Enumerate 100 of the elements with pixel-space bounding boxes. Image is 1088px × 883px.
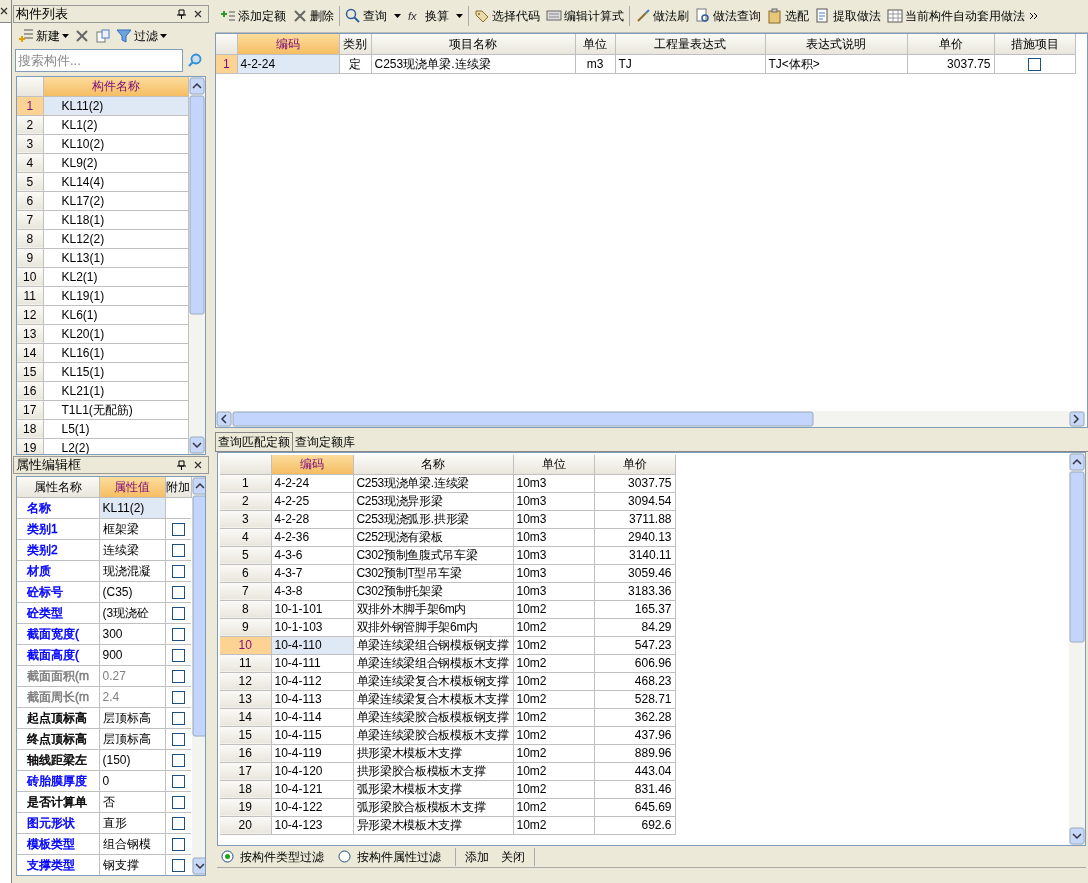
checkbox[interactable]	[171, 606, 185, 620]
checkbox[interactable]	[171, 774, 185, 788]
checkbox[interactable]	[171, 795, 185, 809]
result-row[interactable]: 16 10-4-119 拱形梁木模板木支撑 10m2 889.96	[220, 744, 675, 762]
list-row[interactable]: 3 KL10(2)	[17, 134, 189, 153]
column-header[interactable]: 单位	[513, 455, 594, 474]
list-row[interactable]: 4 KL9(2)	[17, 153, 189, 172]
toolbar-button[interactable]: 删除	[290, 4, 336, 28]
property-value[interactable]: 直形	[99, 812, 165, 833]
column-header[interactable]: 单价	[594, 455, 675, 474]
result-row[interactable]: 10 10-4-110 单梁连续梁组合钢模板钢支撑 10m2 547.23	[220, 636, 675, 654]
column-header[interactable]: 类别	[339, 34, 371, 54]
toolbar-button[interactable]: 编辑计算式	[544, 4, 626, 28]
property-value[interactable]: (150)	[99, 749, 165, 770]
toolbar-button[interactable]: 提取做法	[813, 4, 883, 28]
list-row[interactable]: 16 KL21(1)	[17, 381, 189, 400]
property-value[interactable]: 层顶标高	[99, 707, 165, 728]
chevron-right-icon[interactable]	[1029, 12, 1038, 20]
property-value[interactable]: 钢支撑	[99, 854, 165, 875]
checkbox[interactable]	[171, 669, 185, 683]
list-row[interactable]: 8 KL12(2)	[17, 229, 189, 248]
column-header[interactable]: 工程量表达式	[615, 34, 765, 54]
column-header[interactable]: 编码	[271, 455, 353, 474]
result-row[interactable]: 14 10-4-114 单梁连续梁胶合板模板钢支撑 10m2 362.28	[220, 708, 675, 726]
list-row[interactable]: 17 T1L1(无配筋)	[17, 400, 189, 419]
result-row[interactable]: 15 10-4-115 单梁连续梁胶合板模板木支撑 10m2 437.96	[220, 726, 675, 744]
pin-icon[interactable]	[177, 9, 186, 19]
toolbar-button[interactable]: 查询	[343, 4, 403, 28]
result-row[interactable]: 4 4-2-36 C252现浇有梁板 10m3 2940.13	[220, 528, 675, 546]
toolbar-button[interactable]: 选择代码	[472, 4, 542, 28]
result-row[interactable]: 18 10-4-121 弧形梁木模板木支撑 10m2 831.46	[220, 780, 675, 798]
toolbar-button[interactable]: 当前构件自动套用做法	[885, 4, 1027, 28]
result-row[interactable]: 20 10-4-123 异形梁木模板木支撑 10m2 692.6	[220, 816, 675, 834]
radio-option[interactable]: 按构件类型过滤	[221, 847, 324, 866]
checkbox[interactable]	[171, 753, 185, 767]
result-row[interactable]: 9 10-1-103 双排外钢管脚手架6m内 10m2 84.29	[220, 618, 675, 636]
toolbar-button[interactable]: fx 换算	[405, 4, 465, 28]
result-row[interactable]: 1 4-2-24 C253现浇单梁.连续梁 10m3 3037.75	[220, 474, 675, 492]
result-row[interactable]: 6 4-3-7 C302预制T型吊车梁 10m3 3059.46	[220, 564, 675, 582]
column-header[interactable]: 构件名称	[43, 77, 189, 96]
result-row[interactable]: 3 4-2-28 C253现浇弧形.拱形梁 10m3 3711.88	[220, 510, 675, 528]
list-row[interactable]: 14 KL16(1)	[17, 343, 189, 362]
close-icon[interactable]	[194, 461, 202, 469]
checkbox[interactable]	[171, 711, 185, 725]
list-row[interactable]: 9 KL13(1)	[17, 248, 189, 267]
vertical-scrollbar[interactable]	[189, 77, 205, 454]
close-icon[interactable]	[0, 7, 8, 15]
checkbox[interactable]	[171, 543, 185, 557]
checkbox[interactable]	[1028, 57, 1041, 71]
list-row[interactable]: 18 L5(1)	[17, 419, 189, 438]
property-value[interactable]: 2.4	[99, 686, 165, 707]
result-row[interactable]: 13 10-4-113 单梁连续梁复合木模板木支撑 10m2 528.71	[220, 690, 675, 708]
result-row[interactable]: 17 10-4-120 拱形梁胶合板模板木支撑 10m2 443.04	[220, 762, 675, 780]
search-field[interactable]: 搜索构件...	[15, 49, 183, 72]
vertical-scrollbar[interactable]	[1069, 453, 1085, 845]
list-row[interactable]: 7 KL18(1)	[17, 210, 189, 229]
vertical-scrollbar[interactable]	[191, 477, 205, 875]
result-row[interactable]: 19 10-4-122 弧形梁胶合板模板木支撑 10m2 645.69	[220, 798, 675, 816]
toolbar-button[interactable]: 添加定额	[218, 4, 288, 28]
toolbar-button[interactable]: 做法刷	[633, 4, 691, 28]
result-row[interactable]: 12 10-4-112 单梁连续梁复合木模板钢支撑 10m2 468.23	[220, 672, 675, 690]
property-value[interactable]: 0.27	[99, 665, 165, 686]
checkbox[interactable]	[171, 522, 185, 536]
property-value[interactable]: 框架梁	[99, 518, 165, 539]
radio-option[interactable]: 按构件属性过滤	[338, 847, 441, 866]
toolbar-button[interactable]: 选配	[765, 4, 811, 28]
checkbox[interactable]	[171, 837, 185, 851]
property-value[interactable]: (3现浇砼	[99, 602, 165, 623]
list-row[interactable]: 11 KL19(1)	[17, 286, 189, 305]
checkbox[interactable]	[171, 816, 185, 830]
list-row[interactable]: 10 KL2(1)	[17, 267, 189, 286]
checkbox[interactable]	[171, 732, 185, 746]
checkbox[interactable]	[171, 627, 185, 641]
checkbox[interactable]	[171, 858, 185, 872]
result-row[interactable]: 5 4-3-6 C302预制鱼腹式吊车梁 10m3 3140.11	[220, 546, 675, 564]
checkbox[interactable]	[171, 585, 185, 599]
column-header[interactable]: 措施项目	[994, 34, 1075, 54]
property-value[interactable]: 否	[99, 791, 165, 812]
close-icon[interactable]	[194, 10, 202, 18]
result-row[interactable]: 2 4-2-25 C253现浇异形梁 10m3 3094.54	[220, 492, 675, 510]
column-header[interactable]: 项目名称	[371, 34, 575, 54]
checkbox[interactable]	[171, 564, 185, 578]
checkbox[interactable]	[171, 690, 185, 704]
list-row[interactable]: 13 KL20(1)	[17, 324, 189, 343]
result-row[interactable]: 7 4-3-8 C302预制托架梁 10m3 3183.36	[220, 582, 675, 600]
column-header[interactable]: 编码	[237, 34, 339, 54]
list-row[interactable]: 15 KL15(1)	[17, 362, 189, 381]
pin-icon[interactable]	[177, 460, 186, 470]
search-icon[interactable]	[187, 52, 203, 69]
column-header[interactable]: 单位	[575, 34, 615, 54]
property-value[interactable]: 组合钢模	[99, 833, 165, 854]
property-value[interactable]: 300	[99, 623, 165, 644]
column-header[interactable]: 表达式说明	[765, 34, 907, 54]
toolbar-button[interactable]: 做法查询	[693, 4, 763, 28]
list-row[interactable]: 12 KL6(1)	[17, 305, 189, 324]
result-row[interactable]: 8 10-1-101 双排外木脚手架6m内 10m2 165.37	[220, 600, 675, 618]
result-row[interactable]: 11 10-4-111 单梁连续梁组合钢模板木支撑 10m2 606.96	[220, 654, 675, 672]
property-value[interactable]: 现浇混凝	[99, 560, 165, 581]
property-value[interactable]: 0	[99, 770, 165, 791]
column-header[interactable]: 属性值	[99, 477, 165, 497]
